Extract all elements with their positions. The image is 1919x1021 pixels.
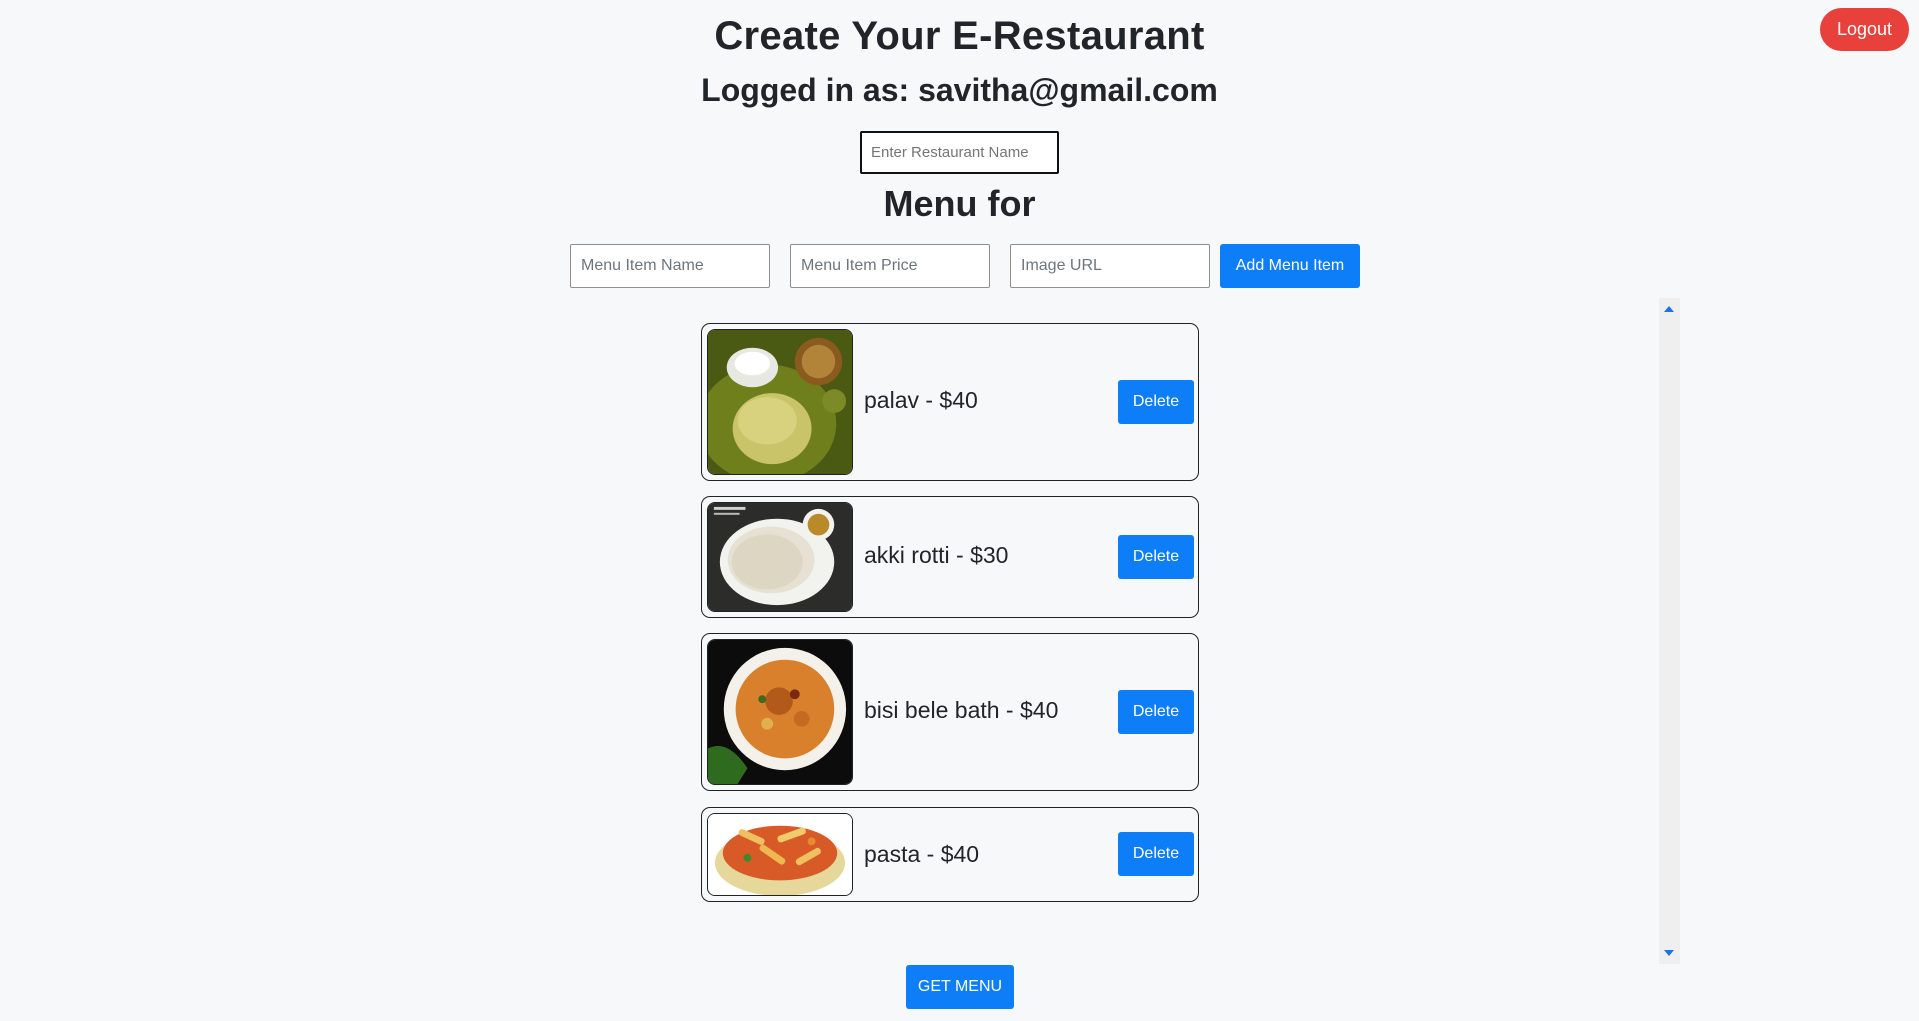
menu-item-card: bisi bele bath - $40 Delete xyxy=(701,633,1199,791)
app-page: Logout Create Your E-Restaurant Logged i… xyxy=(0,0,1919,1021)
page-title: Create Your E-Restaurant xyxy=(714,14,1205,58)
logged-in-text: Logged in as: savitha@gmail.com xyxy=(701,72,1218,108)
bisi-bele-bath-food-image xyxy=(707,639,853,785)
menu-item-label: bisi bele bath - $40 xyxy=(864,697,1059,723)
menu-item-label: pasta - $40 xyxy=(864,841,980,867)
restaurant-name-input[interactable] xyxy=(860,131,1059,174)
menu-heading: Menu for xyxy=(883,183,1036,224)
get-menu-button[interactable]: GET MENU xyxy=(906,965,1014,1009)
menu-item-label: palav - $40 xyxy=(864,387,978,413)
menu-item-card: palav - $40 Delete xyxy=(701,323,1199,481)
delete-button[interactable]: Delete xyxy=(1118,380,1194,424)
pasta-food-image xyxy=(707,813,853,896)
akki-rotti-food-image xyxy=(707,502,853,612)
add-menu-item-button[interactable]: Add Menu Item xyxy=(1220,244,1360,288)
scroll-up-arrow-icon[interactable] xyxy=(1664,306,1674,312)
image-url-input[interactable] xyxy=(1010,244,1210,288)
menu-item-card: pasta - $40 Delete xyxy=(701,807,1199,902)
palav-food-image xyxy=(707,329,853,475)
delete-button[interactable]: Delete xyxy=(1118,535,1194,579)
menu-item-label: akki rotti - $30 xyxy=(864,542,1009,568)
menu-item-price-input[interactable] xyxy=(790,244,990,288)
scroll-down-arrow-icon[interactable] xyxy=(1664,950,1674,956)
menu-list-scrollbar[interactable] xyxy=(1659,298,1680,964)
menu-item-card: akki rotti - $30 Delete xyxy=(701,496,1199,618)
delete-button[interactable]: Delete xyxy=(1118,832,1194,876)
delete-button[interactable]: Delete xyxy=(1118,690,1194,734)
menu-item-name-input[interactable] xyxy=(570,244,770,288)
